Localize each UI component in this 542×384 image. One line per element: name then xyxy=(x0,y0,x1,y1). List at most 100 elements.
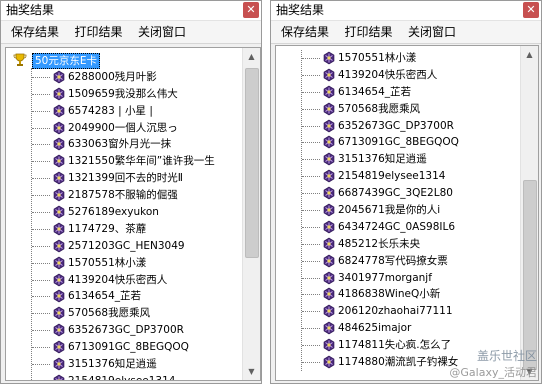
menu-save-results[interactable]: 保存结果 xyxy=(281,25,329,39)
result-entry[interactable]: 4186838WineQ小新 xyxy=(276,286,520,303)
result-entry[interactable]: 1509659我没那么伟大 xyxy=(6,86,242,103)
result-entry[interactable]: 6134654_芷若 xyxy=(276,84,520,101)
winner-gem-icon xyxy=(53,205,65,219)
winner-name: 2049900一個人沉思っ xyxy=(68,121,178,134)
tree-branch-line xyxy=(32,330,50,332)
menu-close-window[interactable]: 关闭窗口 xyxy=(138,25,186,39)
winner-gem-icon xyxy=(323,136,335,149)
result-entry[interactable]: 6352673GC_DP3700R xyxy=(6,322,242,339)
scrollbar-thumb[interactable] xyxy=(523,180,537,370)
result-entry[interactable]: 1570551林小漾 xyxy=(6,255,242,272)
scroll-down-arrow-icon[interactable]: ▼ xyxy=(243,363,260,380)
result-entry[interactable]: 3151376知足逍遥 xyxy=(6,356,242,373)
winner-gem-icon xyxy=(323,203,335,217)
winner-gem-icon xyxy=(323,68,335,82)
winner-gem-icon xyxy=(323,305,335,318)
result-entry[interactable]: 3151376知足逍遥 xyxy=(276,151,520,168)
winner-name: 633063窗外月光一抹 xyxy=(68,138,172,151)
vertical-scrollbar[interactable]: ▲ ▼ xyxy=(242,48,260,380)
winner-name: 1174729、茶蘼 xyxy=(68,222,147,235)
result-entry[interactable]: 6434724GC_0AS98IL6 xyxy=(276,219,520,236)
tree-branch-line xyxy=(302,74,320,76)
result-entry[interactable]: 5276189exyukon xyxy=(6,204,242,221)
tree-branch-line xyxy=(32,347,50,349)
results-tree[interactable]: 50元京东E卡 6288000残月叶影 1509659我没那么伟大 6574283 … xyxy=(5,47,261,381)
winner-gem-icon xyxy=(53,188,65,202)
result-entry[interactable]: 2045671我是你的人i xyxy=(276,202,520,219)
winner-gem-icon xyxy=(53,87,65,101)
menu-save-results[interactable]: 保存结果 xyxy=(11,25,59,39)
result-entry[interactable]: 6352673GC_DP3700R xyxy=(276,118,520,135)
close-window-button[interactable]: ✕ xyxy=(523,2,539,18)
result-entry[interactable]: 2049900一個人沉思っ xyxy=(6,120,242,137)
result-entry[interactable]: 6713091GC_8BEGQOQ xyxy=(276,134,520,151)
result-entry[interactable]: 6687439GC_3QE2L80 xyxy=(276,185,520,202)
winner-name: 6352673GC_DP3700R xyxy=(68,324,184,337)
winner-gem-icon xyxy=(323,102,335,116)
result-entry[interactable]: 6824778写代码撩女票 xyxy=(276,253,520,270)
watermark-title: 盖乐世社区 xyxy=(476,349,537,363)
menu-print-results[interactable]: 打印结果 xyxy=(75,25,123,39)
winner-gem-icon xyxy=(53,374,65,380)
results-tree[interactable]: 1570551林小漾 4139204快乐密西人 6134654_芷若 570568我愿… xyxy=(275,45,539,381)
winner-gem-icon xyxy=(323,321,335,335)
result-entry[interactable]: 206120zhaohai77111 xyxy=(276,303,520,320)
winner-name: 5276189exyukon xyxy=(68,206,159,219)
tree-branch-line xyxy=(302,91,320,93)
result-entry[interactable]: 4139204快乐密西人 xyxy=(6,272,242,289)
result-entry[interactable]: 2154819elysee1314 xyxy=(6,373,242,380)
result-entry[interactable]: 1321399回不去的时光Ⅱ xyxy=(6,170,242,187)
vertical-scrollbar[interactable]: ▲ ▼ xyxy=(520,46,538,380)
winner-name: 6134654_芷若 xyxy=(68,290,142,303)
winner-name: 1321550繁华年间”谁许我一生 xyxy=(68,155,215,168)
tree-branch-line xyxy=(32,93,50,95)
result-entry[interactable]: 2571203GC_HEN3049 xyxy=(6,238,242,255)
tree-branch-line xyxy=(302,108,320,110)
window-title: 抽奖结果 xyxy=(276,3,325,17)
winner-gem-icon xyxy=(323,152,335,166)
scroll-up-arrow-icon[interactable]: ▲ xyxy=(243,48,260,65)
tree-branch-line xyxy=(302,260,320,262)
scroll-up-arrow-icon[interactable]: ▲ xyxy=(521,46,538,63)
result-entry[interactable]: 570568我愿乘风 xyxy=(276,101,520,118)
winner-gem-icon xyxy=(53,222,65,236)
result-entry[interactable]: 3401977morganjf xyxy=(276,270,520,287)
result-entry[interactable]: 1321550繁华年间”谁许我一生 xyxy=(6,153,242,170)
close-window-button[interactable]: ✕ xyxy=(243,2,259,18)
tree-branch-line xyxy=(32,127,50,129)
winner-gem-icon xyxy=(323,271,335,284)
winner-gem-icon xyxy=(53,256,65,270)
scrollbar-thumb[interactable] xyxy=(245,68,259,258)
tree-branch-line xyxy=(32,144,50,146)
result-entry[interactable]: 6134654_芷若 xyxy=(6,288,242,305)
winner-gem-icon xyxy=(53,171,65,185)
tree-branch-line xyxy=(302,294,320,296)
tree-branch-line xyxy=(302,193,320,195)
menu-print-results[interactable]: 打印结果 xyxy=(345,25,393,39)
result-entry[interactable]: 484625imajor xyxy=(276,320,520,337)
result-entry[interactable]: 4139204快乐密西人 xyxy=(276,67,520,84)
result-entry[interactable]: 2187578不服输的倔强 xyxy=(6,187,242,204)
winner-gem-icon xyxy=(53,273,65,286)
winner-name: 3151376知足逍遥 xyxy=(338,153,427,166)
menu-close-window[interactable]: 关闭窗口 xyxy=(408,25,456,39)
result-entry[interactable]: 485212长乐未央 xyxy=(276,236,520,253)
winner-gem-icon xyxy=(323,355,335,369)
tree-branch-line xyxy=(302,58,320,59)
result-entry[interactable]: 2154819elysee1314 xyxy=(276,168,520,185)
result-entry[interactable]: 6713091GC_8BEGQOQ xyxy=(6,339,242,356)
tree-branch-line xyxy=(302,159,320,161)
result-entry[interactable]: 570568我愿乘风 xyxy=(6,305,242,322)
winner-name: 485212长乐未央 xyxy=(338,237,421,250)
tree-root-prize[interactable]: 50元京东E卡 xyxy=(6,52,242,69)
tree-branch-line xyxy=(302,243,320,245)
winner-gem-icon xyxy=(53,307,65,320)
result-entry[interactable]: 1174729、茶蘼 xyxy=(6,221,242,238)
result-entry[interactable]: 633063窗外月光一抹 xyxy=(6,136,242,153)
result-entry[interactable]: 6574283 | 小星 | xyxy=(6,103,242,120)
menu-bar: 保存结果 打印结果 关闭窗口 xyxy=(271,21,541,44)
result-entry[interactable]: 1570551林小漾 xyxy=(276,50,520,67)
winner-gem-icon xyxy=(323,288,335,301)
winner-name: 2187578不服输的倔强 xyxy=(68,189,178,202)
result-entry[interactable]: 6288000残月叶影 xyxy=(6,69,242,86)
